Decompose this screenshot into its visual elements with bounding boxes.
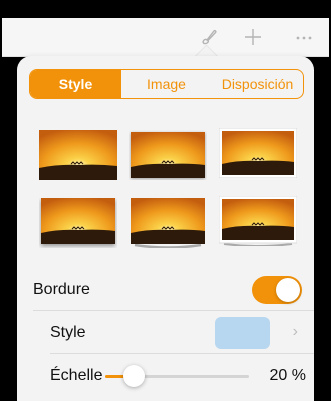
tab-style[interactable]: Style bbox=[30, 70, 121, 98]
plus-icon[interactable] bbox=[242, 26, 264, 48]
slider-fill bbox=[105, 375, 125, 378]
border-label: Bordure bbox=[33, 280, 90, 298]
style-preset-curled-frame[interactable] bbox=[219, 196, 297, 246]
style-preset-curved-shadow[interactable] bbox=[129, 198, 207, 248]
screen-frame: Style Image Disposición Bordure Style › … bbox=[0, 0, 331, 401]
status-bar bbox=[2, 0, 329, 18]
style-preset-drop-shadow[interactable] bbox=[39, 198, 117, 248]
scale-slider[interactable] bbox=[105, 365, 249, 387]
slider-knob[interactable] bbox=[123, 365, 145, 387]
segmented-control: Style Image Disposición bbox=[29, 69, 304, 99]
more-icon[interactable] bbox=[293, 26, 315, 48]
toolbar bbox=[2, 18, 329, 57]
toggle-knob bbox=[276, 278, 300, 302]
border-style-swatch[interactable] bbox=[215, 317, 270, 349]
settings-list: Bordure Style › Échelle 20 % bbox=[17, 268, 314, 397]
scale-row: Échelle 20 % bbox=[17, 354, 314, 397]
scale-value: 20 % bbox=[269, 367, 306, 384]
style-presets bbox=[17, 112, 314, 262]
border-row: Bordure bbox=[17, 268, 314, 311]
left-edge bbox=[0, 18, 2, 401]
border-style-label: Style bbox=[50, 323, 86, 341]
tab-layout[interactable]: Disposición bbox=[212, 70, 303, 98]
border-style-row[interactable]: Style › bbox=[17, 311, 314, 354]
tab-image[interactable]: Image bbox=[121, 70, 212, 98]
scale-label: Échelle bbox=[50, 366, 103, 384]
border-toggle[interactable] bbox=[252, 276, 302, 304]
chevron-right-icon: › bbox=[292, 323, 298, 340]
style-preset-plain[interactable] bbox=[39, 130, 117, 180]
style-preset-white-frame[interactable] bbox=[219, 128, 297, 178]
style-preset-soft-shadow[interactable] bbox=[129, 130, 207, 180]
format-popover: Style Image Disposición Bordure Style › … bbox=[17, 56, 314, 401]
paintbrush-icon[interactable] bbox=[198, 26, 220, 48]
